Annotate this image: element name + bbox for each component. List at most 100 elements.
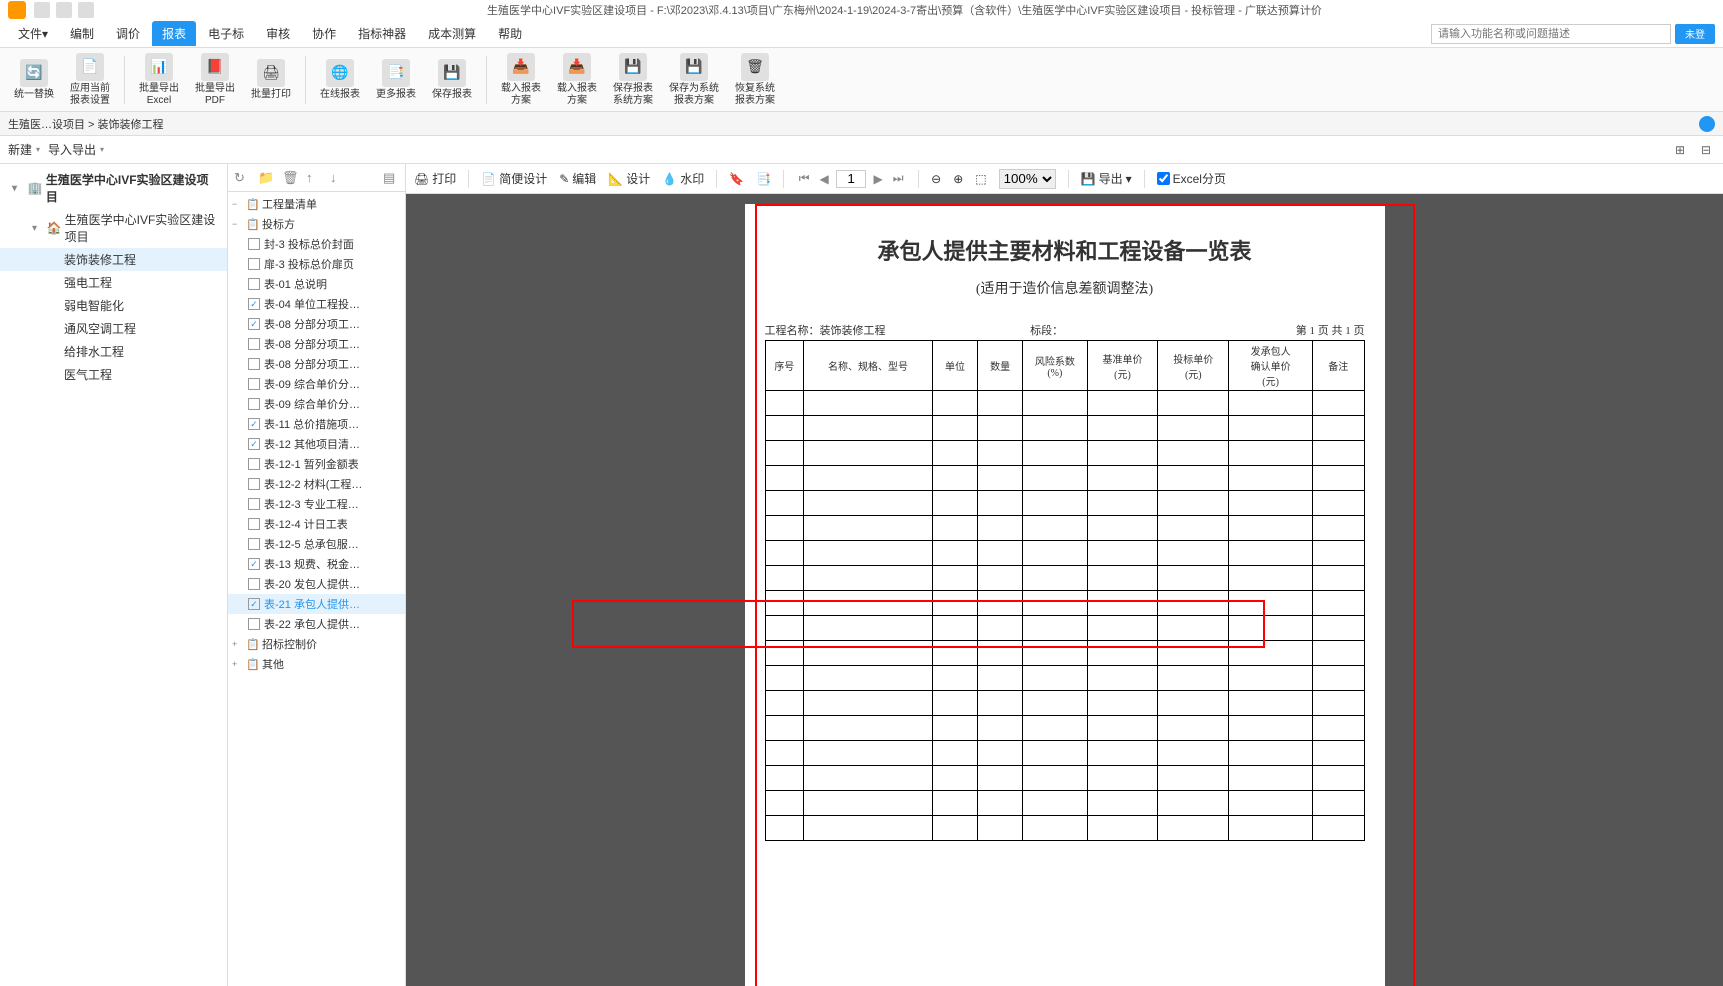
report-tree-node[interactable]: 表-09 综合单价分… [228, 394, 405, 414]
menu-tab[interactable]: 编制 [60, 21, 104, 46]
report-tree-node[interactable]: −📋投标方 [228, 214, 405, 234]
refresh-icon[interactable]: ↻ [234, 170, 250, 186]
checkbox-icon[interactable] [248, 338, 260, 350]
pages-icon[interactable]: 📑 [756, 172, 771, 186]
project-tree-node[interactable]: 通风空调工程 [0, 317, 227, 340]
export-button[interactable]: 💾 导出 ▾ [1081, 170, 1132, 187]
report-tree-node[interactable]: −📋工程量清单 [228, 194, 405, 214]
checkbox-icon[interactable] [248, 398, 260, 410]
folder-icon[interactable]: 📁 [258, 170, 274, 186]
excel-paging-checkbox[interactable]: Excel分页 [1157, 170, 1226, 187]
checkbox-icon[interactable] [248, 438, 260, 450]
watermark-button[interactable]: 💧 水印 [662, 170, 704, 187]
project-tree-node[interactable]: 装饰装修工程 [0, 248, 227, 271]
ribbon-button[interactable]: 📕批量导出 PDF [189, 51, 241, 109]
ribbon-button[interactable]: 🖨批量打印 [245, 57, 297, 103]
checkbox-icon[interactable] [248, 238, 260, 250]
project-tree-node[interactable]: 给排水工程 [0, 340, 227, 363]
checkbox-icon[interactable] [248, 518, 260, 530]
menu-tab[interactable]: 调价 [106, 21, 150, 46]
fit-width-icon[interactable]: ⬚ [975, 172, 986, 186]
file-menu[interactable]: 文件▾ [8, 21, 58, 46]
report-tree-node[interactable]: 表-08 分部分项工… [228, 314, 405, 334]
expand-icon[interactable] [1699, 116, 1715, 132]
checkbox-icon[interactable] [248, 478, 260, 490]
checkbox-icon[interactable] [248, 498, 260, 510]
login-button[interactable]: 未登 [1675, 24, 1715, 44]
zoom-in-icon[interactable]: ⊕ [953, 172, 963, 186]
project-tree-node[interactable]: 医气工程 [0, 363, 227, 386]
report-tree-node[interactable]: 封-3 投标总价封面 [228, 234, 405, 254]
breadcrumb[interactable]: 生殖医…设项目 > 装饰装修工程 [8, 116, 164, 132]
new-button[interactable]: 新建 [8, 141, 40, 158]
project-tree-node[interactable]: ▾🏢生殖医学中心IVF实验区建设项目 [0, 168, 227, 208]
checkbox-icon[interactable] [248, 458, 260, 470]
report-tree-node[interactable]: 表-01 总说明 [228, 274, 405, 294]
ribbon-button[interactable]: 💾保存报表 [426, 57, 478, 103]
zoom-out-icon[interactable]: ⊖ [931, 172, 941, 186]
report-tree-node[interactable]: 表-08 分部分项工… [228, 334, 405, 354]
delete-icon[interactable]: 🗑 [282, 170, 298, 186]
menu-tab[interactable]: 协作 [302, 21, 346, 46]
report-tree-node[interactable]: +📋招标控制价 [228, 634, 405, 654]
project-tree-node[interactable]: ▾🏠生殖医学中心IVF实验区建设项目 [0, 208, 227, 248]
ribbon-button[interactable]: 📊批量导出 Excel [133, 51, 185, 109]
ribbon-button[interactable]: 🌐在线报表 [314, 57, 366, 103]
report-tree-node[interactable]: 表-12-1 暂列金额表 [228, 454, 405, 474]
ribbon-button[interactable]: 💾保存报表 系统方案 [607, 51, 659, 109]
menu-tab[interactable]: 电子标 [198, 21, 254, 46]
undo-icon[interactable] [56, 2, 72, 18]
menu-tab[interactable]: 指标神器 [348, 21, 416, 46]
ribbon-button[interactable]: 💾保存为系统 报表方案 [663, 51, 725, 109]
report-tree-node[interactable]: 表-04 单位工程投… [228, 294, 405, 314]
report-tree-node[interactable]: 表-11 总价措施项… [228, 414, 405, 434]
checkbox-icon[interactable] [248, 278, 260, 290]
checkbox-icon[interactable] [248, 558, 260, 570]
menu-tab[interactable]: 审核 [256, 21, 300, 46]
down-icon[interactable]: ↓ [330, 170, 346, 186]
checkbox-icon[interactable] [248, 378, 260, 390]
checkbox-icon[interactable] [248, 618, 260, 630]
edit-button[interactable]: ✎ 编辑 [559, 170, 596, 187]
search-input[interactable] [1431, 24, 1671, 44]
report-tree-node[interactable]: 表-21 承包人提供… [228, 594, 405, 614]
ribbon-button[interactable]: 🔄统一替换 [8, 57, 60, 103]
expand-all-icon[interactable]: ⊞ [1671, 141, 1689, 159]
checkbox-icon[interactable] [248, 538, 260, 550]
simple-design-button[interactable]: 📄 简便设计 [481, 170, 547, 187]
report-tree-node[interactable]: 表-12-5 总承包服… [228, 534, 405, 554]
report-tree-node[interactable]: 表-09 综合单价分… [228, 374, 405, 394]
checkbox-icon[interactable] [248, 318, 260, 330]
redo-icon[interactable] [78, 2, 94, 18]
print-button[interactable]: 🖨 打印 [414, 170, 456, 187]
report-tree-node[interactable]: 表-22 承包人提供… [228, 614, 405, 634]
filter-icon[interactable]: ▤ [383, 170, 399, 186]
design-button[interactable]: 📐 设计 [608, 170, 650, 187]
save-icon[interactable] [34, 2, 50, 18]
menu-tab[interactable]: 帮助 [488, 21, 532, 46]
next-page-icon[interactable]: ▶ [870, 172, 886, 186]
last-page-icon[interactable]: ⏭ [890, 171, 906, 186]
ribbon-button[interactable]: 📑更多报表 [370, 57, 422, 103]
collapse-all-icon[interactable]: ⊟ [1697, 141, 1715, 159]
prev-page-icon[interactable]: ◀ [816, 172, 832, 186]
menu-tab[interactable]: 成本测算 [418, 21, 486, 46]
checkbox-icon[interactable] [248, 598, 260, 610]
report-tree-node[interactable]: 表-12-3 专业工程… [228, 494, 405, 514]
ribbon-button[interactable]: 📄应用当前 报表设置 [64, 51, 116, 109]
preview-area[interactable]: 承包人提供主要材料和工程设备一览表 (适用于造价信息差额调整法) 工程名称：装饰… [406, 194, 1723, 986]
bookmark-icon[interactable]: 🔖 [729, 172, 744, 186]
report-tree-node[interactable]: 表-08 分部分项工… [228, 354, 405, 374]
checkbox-icon[interactable] [248, 418, 260, 430]
ribbon-button[interactable]: 📥载入报表 方案 [495, 51, 547, 109]
report-tree-node[interactable]: 表-12-4 计日工表 [228, 514, 405, 534]
checkbox-icon[interactable] [248, 578, 260, 590]
project-tree-node[interactable]: 强电工程 [0, 271, 227, 294]
menu-tab[interactable]: 报表 [152, 21, 196, 46]
report-tree-node[interactable]: 表-12 其他项目清… [228, 434, 405, 454]
report-tree-node[interactable]: 扉-3 投标总价扉页 [228, 254, 405, 274]
project-tree-node[interactable]: 弱电智能化 [0, 294, 227, 317]
ribbon-button[interactable]: 📥载入报表 方案 [551, 51, 603, 109]
page-input[interactable] [836, 170, 866, 188]
ribbon-button[interactable]: 🗑恢复系统 报表方案 [729, 51, 781, 109]
